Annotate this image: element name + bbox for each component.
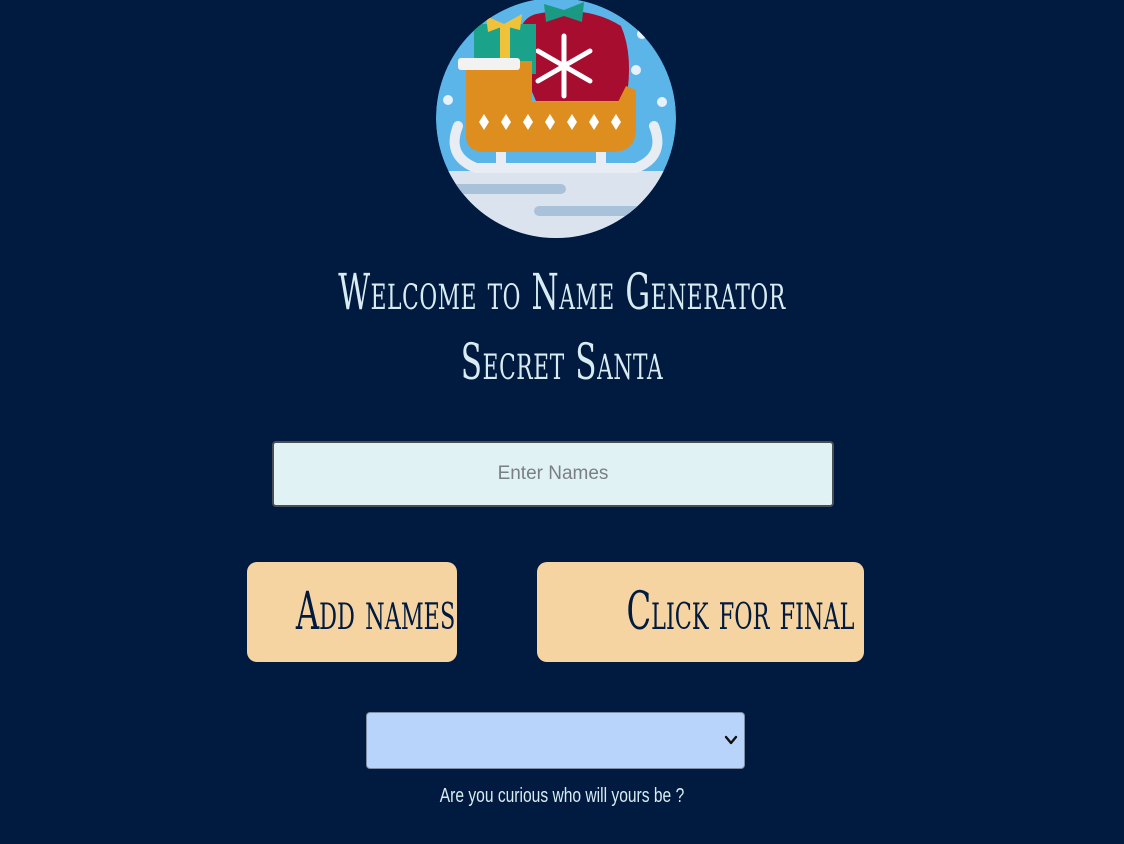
add-names-button[interactable]: Add names <box>247 562 457 662</box>
page-title: Welcome to Name Generator <box>338 263 786 321</box>
santa-sleigh-icon <box>436 0 676 238</box>
final-list-button[interactable]: Click for final list <box>537 562 864 662</box>
add-names-button-label: Add names <box>295 582 456 642</box>
pair-select[interactable] <box>366 712 745 769</box>
chevron-down-icon <box>724 735 738 745</box>
curious-caption: Are you curious who will yours be ? <box>439 785 685 807</box>
page-subtitle: Secret Santa <box>460 333 664 391</box>
names-input[interactable] <box>272 441 834 507</box>
final-list-button-label: Click for final list <box>626 582 864 642</box>
